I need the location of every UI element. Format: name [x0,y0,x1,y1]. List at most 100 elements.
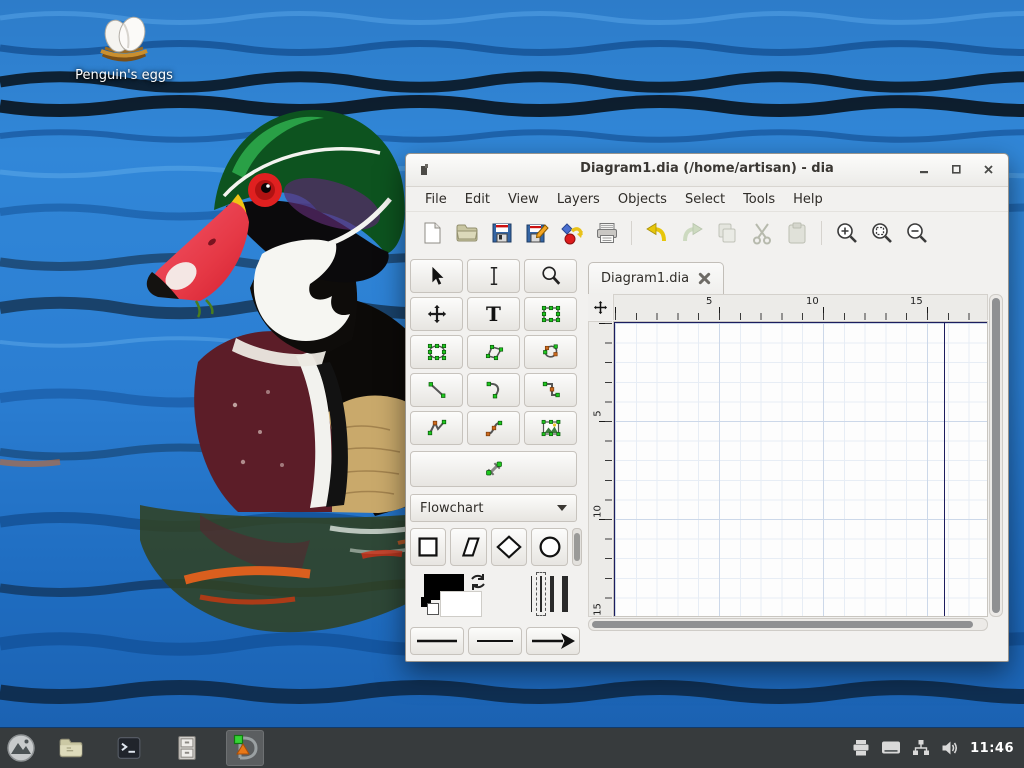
redo-icon[interactable] [674,216,709,250]
undo-icon[interactable] [639,216,674,250]
cut-icon[interactable] [744,216,779,250]
hruler-label-15: 15 [910,296,923,307]
tool-magnify[interactable] [524,259,577,293]
menu-select[interactable]: Select [676,190,734,209]
ruler-origin-button[interactable] [588,294,612,320]
tool-zigzagline[interactable] [524,373,577,407]
vertical-scrollbar-thumb[interactable] [992,298,1000,613]
zoom-fit-icon[interactable] [864,216,899,250]
tool-line[interactable] [410,373,463,407]
line-width-selector[interactable] [531,572,568,616]
save-as-icon[interactable] [519,216,554,250]
dia-taskbar-button[interactable] [226,730,264,766]
menubar: File Edit View Layers Objects Select Too… [406,187,1008,212]
tab-close-icon[interactable] [698,272,711,285]
line-style-button[interactable] [468,627,522,655]
tool-outline[interactable] [410,451,577,487]
move-arrows-icon [427,304,446,324]
tool-textedit[interactable] [467,259,520,293]
new-diagram-icon[interactable] [414,216,449,250]
horizontal-scrollbar[interactable] [588,618,988,631]
diagram-canvas[interactable] [613,321,988,617]
line-width-1[interactable] [531,576,532,612]
tool-polyline[interactable] [410,411,463,445]
tool-beziergon[interactable] [524,335,577,369]
network-tray-icon[interactable] [912,739,930,757]
menu-view[interactable]: View [499,190,548,209]
tool-bezierline[interactable] [467,411,520,445]
desktop-icon-penguins-eggs[interactable]: Penguin's eggs [63,12,185,83]
vruler-label-15: 15 [592,603,604,616]
flowchart-diamond-icon [496,535,522,559]
page-border-top [614,322,987,323]
line-width-2-selected[interactable] [536,572,546,616]
file-cabinet-icon [178,736,196,760]
titlebar[interactable]: Diagram1.dia (/home/artisan) - dia [406,154,1008,187]
cursor-arrow-icon [431,266,443,285]
menu-help[interactable]: Help [784,190,832,209]
menu-tools[interactable]: Tools [734,190,784,209]
display-tray-icon[interactable] [881,740,901,756]
app-menu-icon [7,734,35,762]
tabstrip: Diagram1.dia [588,262,1003,294]
chevron-down-icon [557,505,567,511]
ibeam-icon [490,266,497,286]
tab-diagram1[interactable]: Diagram1.dia [588,262,725,294]
line-icon [428,382,445,398]
begin-arrow-style-button[interactable] [410,627,464,655]
swap-colors-icon[interactable] [468,572,488,592]
menu-edit[interactable]: Edit [456,190,499,209]
zoom-out-icon[interactable] [899,216,934,250]
image-icon [541,419,560,437]
beziergon-shape-icon [542,344,558,358]
open-icon[interactable] [449,216,484,250]
line-width-3[interactable] [550,576,554,612]
save-icon[interactable] [484,216,519,250]
menu-layers[interactable]: Layers [548,190,609,209]
copy-icon[interactable] [709,216,744,250]
page-border-right [944,322,945,616]
volume-tray-icon[interactable] [941,739,959,757]
shape-list-scrollbar[interactable] [571,528,582,566]
shape-flowchart-parallelogram[interactable] [450,528,487,566]
dia-window: Diagram1.dia (/home/artisan) - dia File … [405,153,1009,662]
sheet-selector-dropdown[interactable]: Flowchart [410,494,577,522]
arc-icon [486,381,499,399]
flowchart-parallelogram-icon [461,537,480,557]
vertical-ruler: 5 10 15 [588,321,612,617]
terminal-button[interactable] [110,730,148,766]
printer-tray-icon[interactable] [852,739,870,757]
tool-text[interactable]: T [467,297,520,331]
arrow-line-icon [532,633,575,649]
shape-flowchart-ellipse[interactable] [531,528,568,566]
maximize-button[interactable] [948,160,964,178]
shape-flowchart-box[interactable] [410,528,447,566]
tool-image[interactable] [524,411,577,445]
app-menu-button[interactable] [2,730,40,766]
tool-ellipse[interactable] [410,335,463,369]
tool-scroll[interactable] [410,297,463,331]
minimize-button[interactable] [916,160,932,178]
export-icon[interactable] [554,216,589,250]
tool-modify[interactable] [410,259,463,293]
end-arrow-style-button[interactable] [526,627,580,655]
shape-flowchart-diamond[interactable] [490,528,528,566]
paste-icon[interactable] [779,216,814,250]
toolbox: T Flowchart [408,254,582,659]
close-button[interactable] [980,160,996,178]
menu-objects[interactable]: Objects [609,190,676,209]
hruler-label-5: 5 [706,296,713,307]
vertical-scrollbar[interactable] [989,294,1003,617]
background-color-swatch[interactable] [440,591,482,617]
file-manager-button[interactable] [52,730,90,766]
line-width-4[interactable] [562,576,568,612]
flowchart-box-icon [418,537,438,557]
tool-polygon[interactable] [467,335,520,369]
tool-arc[interactable] [467,373,520,407]
horizontal-scrollbar-thumb[interactable] [592,621,973,628]
menu-file[interactable]: File [416,190,456,209]
zoom-in-icon[interactable] [829,216,864,250]
print-icon[interactable] [589,216,624,250]
file-cabinet-button[interactable] [168,730,206,766]
tool-box[interactable] [524,297,577,331]
